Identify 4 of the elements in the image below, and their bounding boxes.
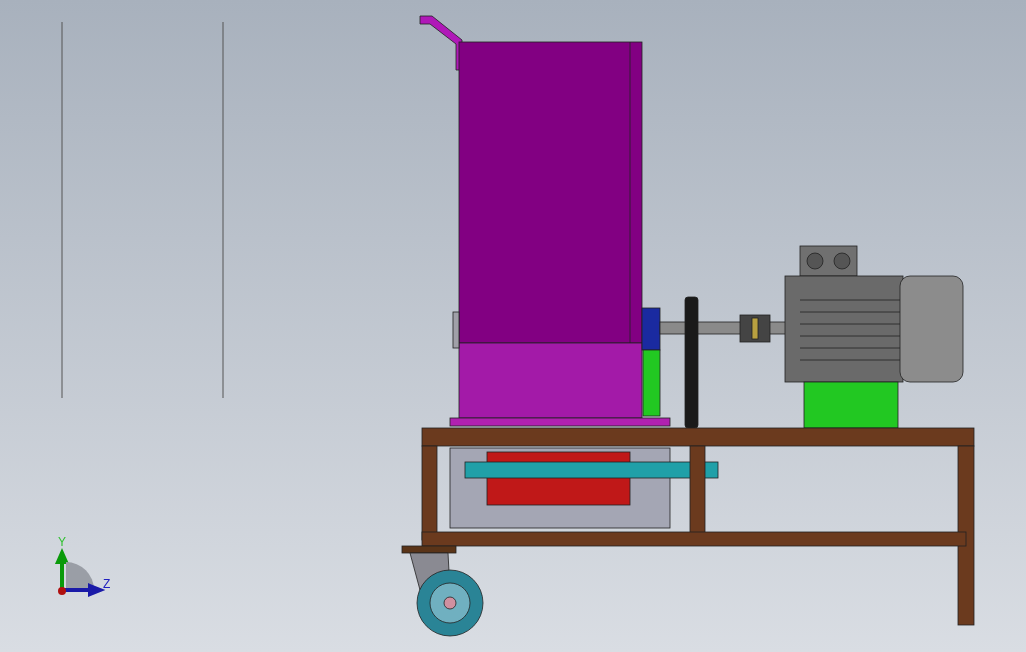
axis-label: Y <box>58 535 66 549</box>
origin-dot <box>58 587 66 595</box>
cad-viewport[interactable]: Y Z <box>0 0 1026 652</box>
axis-label: Z <box>103 577 111 591</box>
